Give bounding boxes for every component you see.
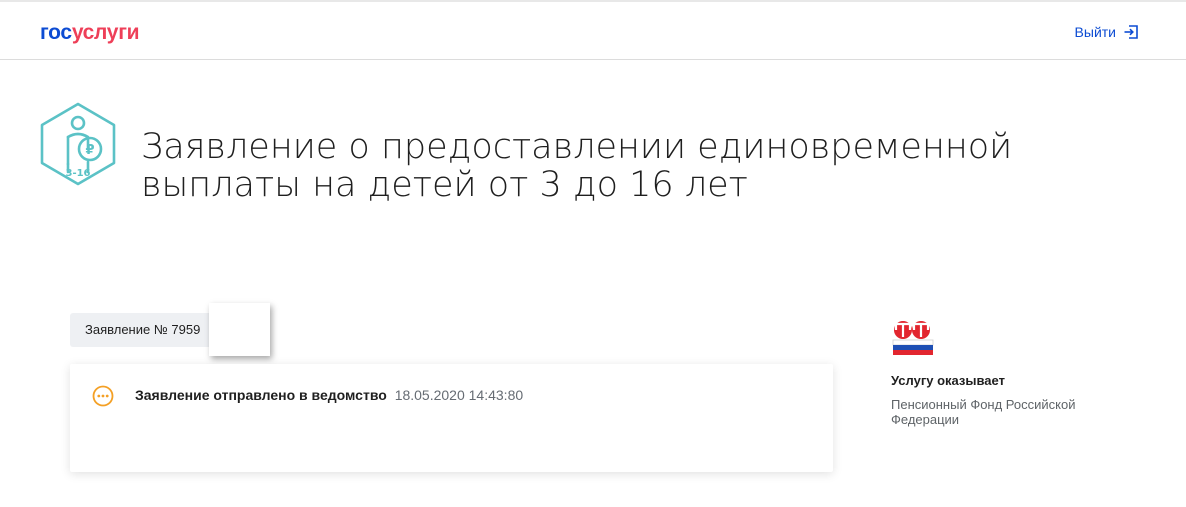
- svg-text:₽: ₽: [85, 143, 94, 158]
- status-timestamp: 18.05.2020 14:43:80: [394, 387, 524, 403]
- status-card: Заявление отправлено в ведомство 18.05.2…: [70, 364, 833, 472]
- provider-name: Пенсионный Фонд Российской Федерации: [891, 397, 1131, 427]
- redaction-overlay: [209, 303, 270, 356]
- gosuslugi-logo[interactable]: госуслуги: [40, 21, 140, 45]
- page-title: Заявление о предоставлении единовременно…: [141, 128, 1041, 204]
- service-provider: Услугу оказывает Пенсионный Фонд Российс…: [891, 318, 1131, 427]
- status-line: Заявление отправлено в ведомство 18.05.2…: [135, 387, 523, 403]
- provider-title: Услугу оказывает: [891, 373, 1005, 388]
- site-header: госуслуги Выйти: [0, 2, 1186, 60]
- logout-icon: [1124, 25, 1138, 39]
- logout-label: Выйти: [1074, 24, 1116, 40]
- logo-part-gos: гос: [40, 21, 72, 44]
- provider-name-line-1: Пенсионный Фонд Российской: [891, 397, 1076, 412]
- provider-name-line-2: Федерации: [891, 412, 960, 427]
- status-text: Заявление отправлено в ведомство: [135, 387, 387, 403]
- logo-part-uslugi: услуги: [71, 21, 140, 44]
- child-benefit-icon: ₽ 3-16: [38, 102, 118, 191]
- pending-status-icon: [92, 385, 114, 412]
- logout-button[interactable]: Выйти: [1075, 24, 1138, 40]
- page-title-line-2: выплаты на детей от 3 до 16 лет: [141, 165, 748, 205]
- pfr-logo: [891, 318, 1131, 363]
- page-title-line-1: Заявление о предоставлении единовременно…: [141, 127, 1013, 167]
- icon-age-badge: 3-16: [65, 168, 90, 179]
